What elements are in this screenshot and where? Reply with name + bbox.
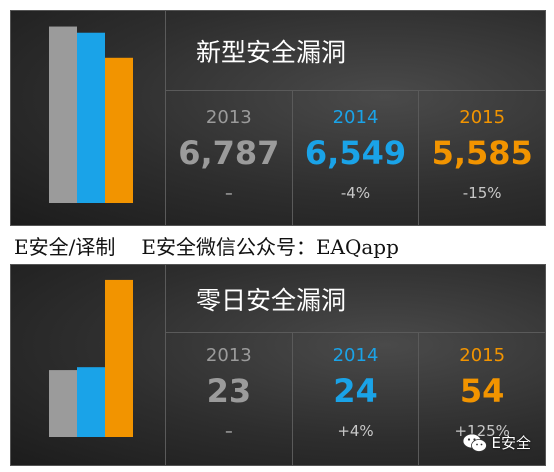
stat-year: 2015 xyxy=(459,107,506,128)
new-vulnerabilities-stats: 2013 6,787 – 2014 6,549 -4% 2015 5,585 -… xyxy=(166,91,545,225)
new-vulnerabilities-title: 新型安全漏洞 xyxy=(166,11,545,91)
stat-2015: 2015 5,585 -15% xyxy=(419,91,545,225)
stat-change: -4% xyxy=(340,184,371,202)
zero-day-chart xyxy=(11,265,166,465)
zero-day-bar-chart xyxy=(49,279,133,437)
stat-value: 5,585 xyxy=(431,134,533,172)
stat-2014: 2014 6,549 -4% xyxy=(293,91,420,225)
stat-year: 2013 xyxy=(205,345,252,366)
wechat-watermark: E安全 xyxy=(462,432,531,453)
wechat-icon xyxy=(462,433,488,453)
watermark-label: E安全 xyxy=(491,434,531,452)
stat-2013: 2013 23 – xyxy=(166,333,293,465)
stat-year: 2014 xyxy=(332,345,379,366)
stat-value: 6,787 xyxy=(178,134,280,172)
bar-2013 xyxy=(49,26,77,204)
bar-2013 xyxy=(49,370,77,437)
stat-change: – xyxy=(225,184,233,202)
stat-year: 2015 xyxy=(459,345,506,366)
zero-day-title: 零日安全漏洞 xyxy=(166,265,545,333)
translation-caption: E安全/译制 E安全微信公众号：EAQapp xyxy=(14,228,550,262)
stat-2014: 2014 24 +4% xyxy=(293,333,420,465)
caption-wechat-account: E安全微信公众号：EAQapp xyxy=(141,234,399,259)
bar-2014 xyxy=(77,367,105,437)
stat-2013: 2013 6,787 – xyxy=(166,91,293,225)
caption-credit: E安全/译制 xyxy=(14,234,116,259)
stat-value: 24 xyxy=(333,372,378,410)
stat-year: 2013 xyxy=(205,107,252,128)
zero-day-panel: 零日安全漏洞 2013 23 – 2014 24 +4% 2015 54 +12… xyxy=(10,264,546,466)
stat-value: 6,549 xyxy=(304,134,407,172)
stat-change: – xyxy=(225,422,233,440)
stat-year: 2014 xyxy=(332,107,379,128)
stat-value: 54 xyxy=(459,372,505,410)
bar-2015 xyxy=(105,57,133,203)
stat-change: +4% xyxy=(337,422,374,440)
bar-2015 xyxy=(105,279,133,437)
new-vulnerabilities-panel: 新型安全漏洞 2013 6,787 – 2014 6,549 -4% 2015 … xyxy=(10,10,546,226)
new-vulnerabilities-chart xyxy=(11,11,166,225)
stat-value: 23 xyxy=(206,372,252,410)
new-vulnerabilities-bar-chart xyxy=(49,26,133,204)
bar-2014 xyxy=(77,32,105,203)
stat-change: -15% xyxy=(462,184,502,202)
